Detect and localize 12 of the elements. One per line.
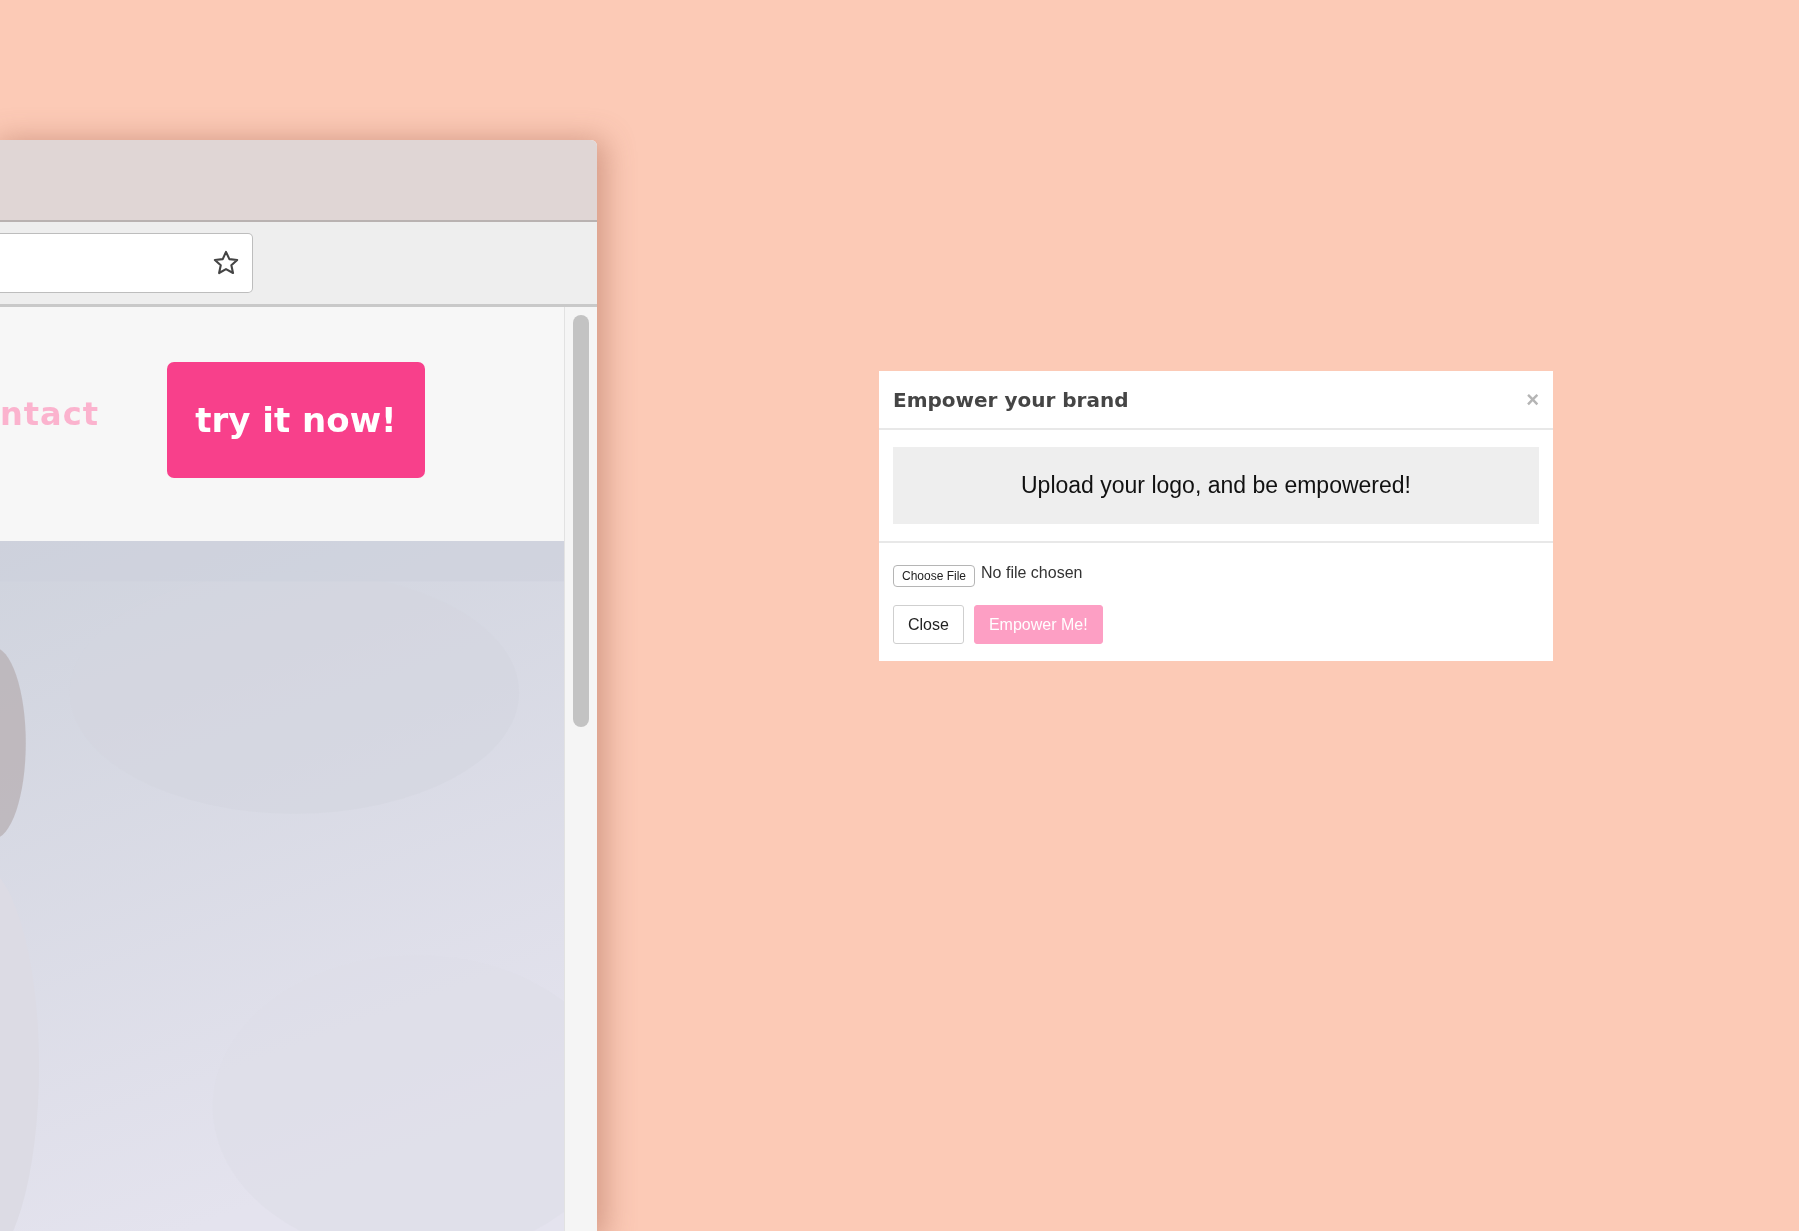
- address-field[interactable]: [0, 233, 253, 293]
- upload-prompt: Upload your logo, and be empowered!: [1021, 472, 1411, 499]
- close-icon[interactable]: ×: [1526, 386, 1539, 413]
- cta-button[interactable]: try it now!: [166, 362, 425, 478]
- scrollbar[interactable]: [564, 307, 597, 1231]
- star-icon[interactable]: [212, 249, 240, 277]
- modal-title: Empower your brand: [893, 387, 1129, 412]
- upload-area[interactable]: Upload your logo, and be empowered!: [893, 447, 1539, 524]
- close-button[interactable]: Close: [893, 605, 964, 644]
- file-status: No file chosen: [981, 564, 1083, 582]
- choose-file-button[interactable]: Choose File: [893, 565, 976, 587]
- scrollbar-thumb[interactable]: [573, 315, 589, 727]
